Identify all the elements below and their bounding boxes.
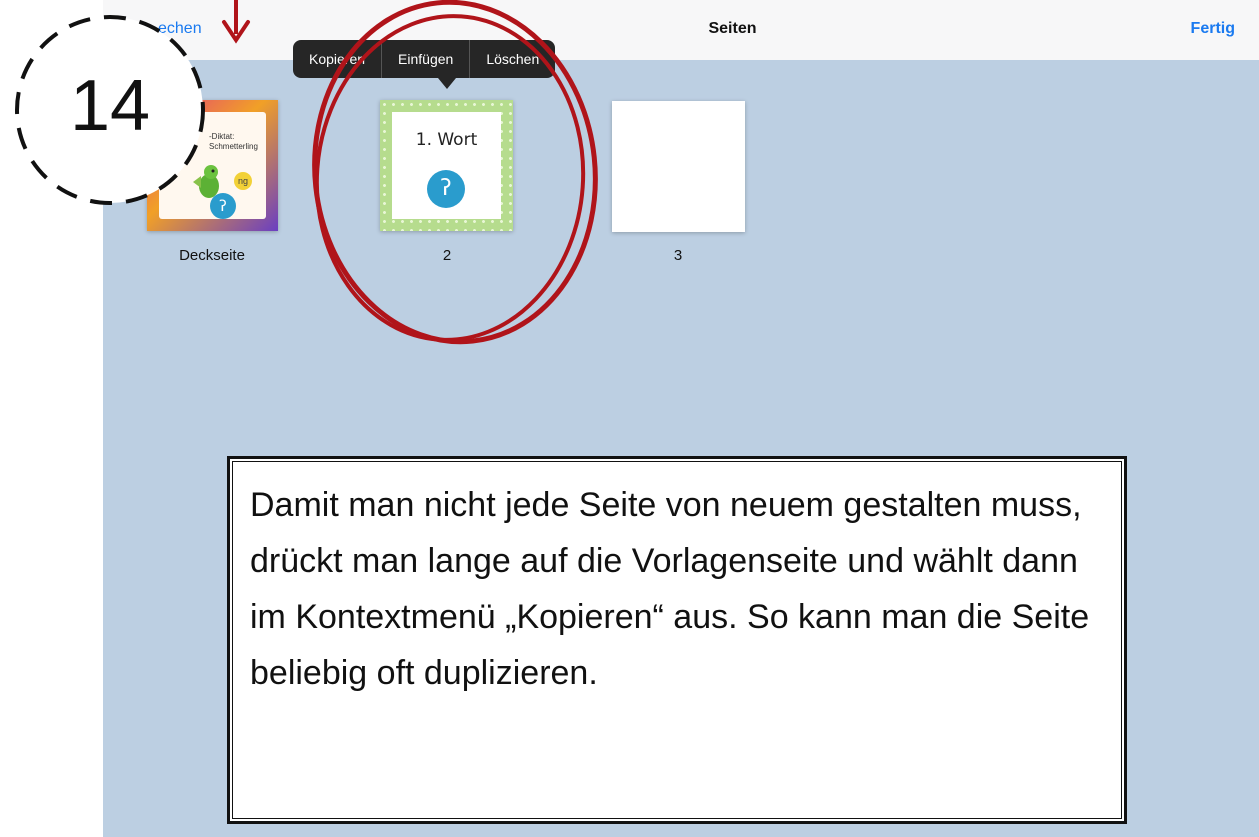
ear-icon: ʔ [210, 193, 236, 219]
context-menu-pointer [438, 78, 456, 89]
back-button[interactable]: echen [158, 20, 202, 38]
step-number: 14 [69, 66, 151, 146]
page-label-3: 3 [673, 247, 683, 264]
cover-title-text: -Diktat: Schmetterling [209, 132, 258, 151]
ng-badge: ng [234, 172, 252, 190]
delete-menu-item[interactable]: Löschen [469, 40, 555, 78]
screen: Seiten Fertig echen -Diktat: Schmetterlin… [0, 0, 1259, 837]
page-title: Seiten [708, 20, 757, 37]
paste-menu-item[interactable]: Einfügen [381, 40, 469, 78]
page-2-word-text: 1. Wort [415, 130, 478, 150]
callout-text: Damit man nicht jede Seite von neuem ges… [250, 486, 1090, 692]
context-menu: Kopieren Einfügen Löschen [293, 40, 556, 78]
page-thumbnail-2[interactable]: 1. Wort ʔ [380, 100, 513, 231]
done-button[interactable]: Fertig [1191, 20, 1235, 38]
instruction-callout: Damit man nicht jede Seite von neuem ges… [227, 456, 1127, 824]
page-thumbnail-3[interactable] [612, 101, 745, 232]
ear-icon: ʔ [427, 170, 465, 208]
page-2-inner: 1. Wort ʔ [392, 112, 501, 219]
page-label-cover: Deckseite [179, 247, 245, 264]
page-label-2: 2 [442, 247, 452, 264]
navigation-bar: Seiten Fertig [103, 0, 1259, 61]
copy-menu-item[interactable]: Kopieren [293, 40, 381, 78]
